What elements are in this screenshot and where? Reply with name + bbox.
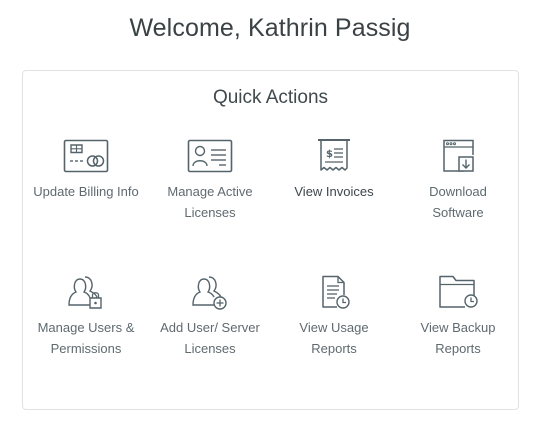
users-add-icon (185, 274, 235, 310)
view-backup-reports-button[interactable]: View Backup Reports (403, 274, 513, 359)
view-invoices-label: View Invoices (294, 184, 374, 199)
manage-users-label: Manage Users & Permissions (37, 320, 135, 356)
receipt-icon: $ (309, 138, 359, 174)
folder-clock-icon (433, 274, 483, 310)
quick-actions-title: Quick Actions (212, 87, 329, 108)
add-user-licenses-label: Add User/ Server Licenses (160, 320, 260, 356)
update-billing-button[interactable]: Update Billing Info (31, 138, 141, 202)
view-invoices-button[interactable]: $ View Invoices (279, 138, 389, 202)
view-usage-reports-button[interactable]: View Usage Reports (279, 274, 389, 359)
download-window-icon (433, 138, 483, 174)
svg-text:$: $ (326, 149, 333, 160)
manage-licenses-label: Manage Active Licenses (167, 184, 253, 220)
page-title: Welcome, Kathrin Passig (129, 14, 411, 42)
download-software-label: Download Software (429, 184, 487, 220)
credit-card-icon (61, 138, 111, 174)
manage-licenses-button[interactable]: Manage Active Licenses (155, 138, 265, 223)
download-software-button[interactable]: Download Software (403, 138, 513, 223)
quick-actions-panel: Quick Actions Update Billing Info Manage… (22, 70, 519, 410)
document-clock-icon (309, 274, 359, 310)
manage-users-button[interactable]: Manage Users & Permissions (31, 274, 141, 359)
id-card-icon (185, 138, 235, 174)
add-user-licenses-button[interactable]: Add User/ Server Licenses (155, 274, 265, 359)
view-backup-reports-label: View Backup Reports (420, 320, 496, 356)
users-lock-icon (61, 274, 111, 310)
view-usage-reports-label: View Usage Reports (299, 320, 369, 356)
update-billing-label: Update Billing Info (33, 184, 139, 199)
